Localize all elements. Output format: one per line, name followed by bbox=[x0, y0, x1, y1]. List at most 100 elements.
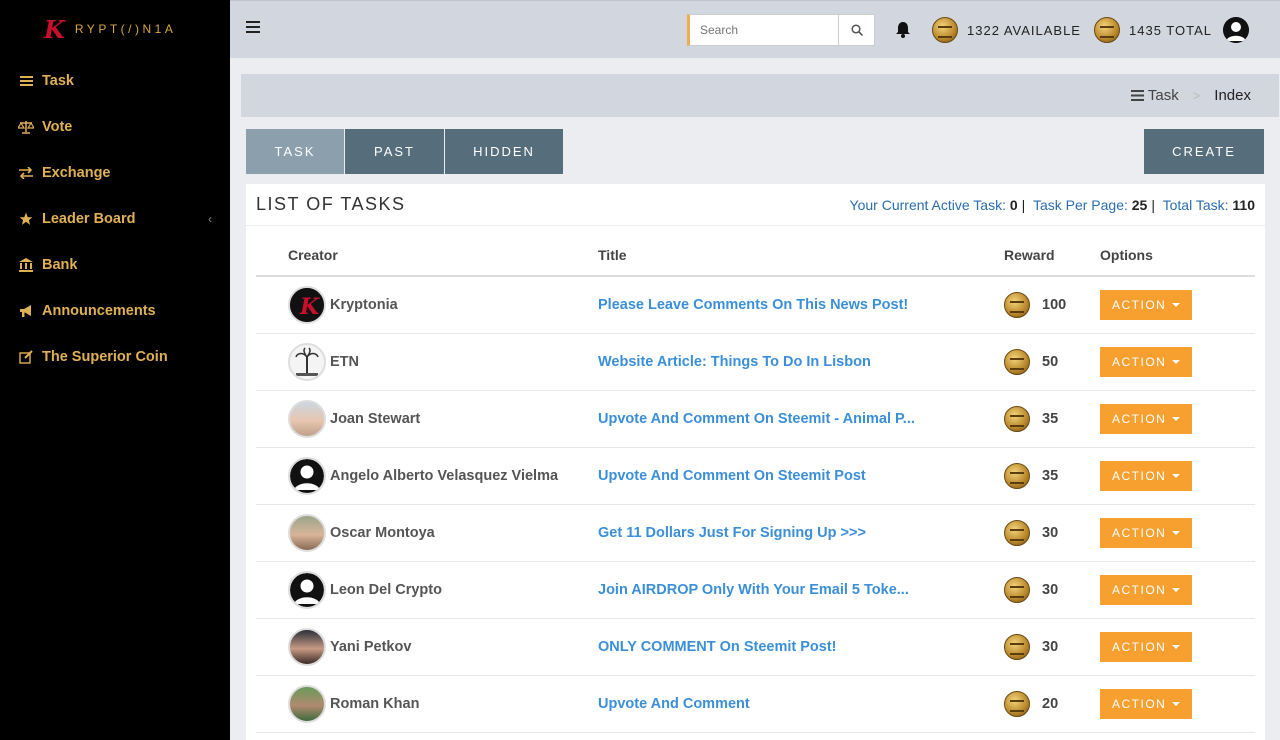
svg-text:K: K bbox=[299, 294, 320, 320]
task-title-link[interactable]: Join AIRDROP Only With Your Email 5 Toke… bbox=[598, 582, 909, 598]
per-page-value: 25 bbox=[1131, 196, 1148, 213]
action-dropdown-button[interactable]: ACTION bbox=[1100, 517, 1192, 548]
action-label: ACTION bbox=[1112, 582, 1167, 597]
task-title-link[interactable]: Upvote And Comment On Steemit Post bbox=[598, 468, 866, 484]
creator-name[interactable]: Yani Petkov bbox=[330, 639, 411, 655]
task-title-link[interactable]: Website Article: Things To Do In Lisbon bbox=[598, 354, 871, 370]
topbar: 1322 AVAILABLE 1435 TOTAL bbox=[230, 0, 1280, 58]
reward-value: 35 bbox=[1042, 467, 1059, 484]
coin-icon bbox=[1004, 291, 1030, 318]
breadcrumb: Task > Index bbox=[241, 74, 1279, 117]
star-icon bbox=[18, 212, 34, 226]
user-photo-avatar bbox=[288, 627, 326, 666]
menu-toggle-icon[interactable] bbox=[246, 21, 260, 33]
header-title: Title bbox=[598, 234, 1004, 277]
action-dropdown-button[interactable]: ACTION bbox=[1100, 688, 1192, 719]
tab-task[interactable]: TASK bbox=[246, 129, 344, 174]
action-dropdown-button[interactable]: ACTION bbox=[1100, 631, 1192, 662]
table-row: K Kryptonia Please Leave Comments On Thi… bbox=[256, 276, 1255, 334]
creator-name[interactable]: Leon Del Crypto bbox=[330, 582, 442, 598]
creator-name[interactable]: Oscar Montoya bbox=[330, 525, 435, 541]
panel-title: LIST OF TASKS bbox=[256, 194, 406, 214]
creator-name[interactable]: Joan Stewart bbox=[330, 411, 420, 427]
sidebar-item-label: Task bbox=[42, 73, 74, 89]
list-icon bbox=[1130, 90, 1144, 101]
table-row: Joan Stewart Upvote And Comment On Steem… bbox=[256, 390, 1255, 448]
sidebar-item-bank[interactable]: Bank bbox=[0, 242, 230, 288]
header-creator: Creator bbox=[256, 234, 598, 277]
total-balance: 1435 TOTAL bbox=[1094, 17, 1212, 43]
task-title-link[interactable]: ONLY COMMENT On Steemit Post! bbox=[598, 639, 836, 655]
panel-header: LIST OF TASKS Your Current Active Task: … bbox=[246, 184, 1265, 226]
total-task-value: 110 bbox=[1232, 196, 1255, 213]
sidebar-item-label: Leader Board bbox=[42, 211, 136, 227]
create-button[interactable]: CREATE bbox=[1144, 129, 1264, 174]
search-button[interactable] bbox=[838, 15, 874, 45]
header-reward: Reward bbox=[1004, 234, 1100, 277]
available-text: 1322 AVAILABLE bbox=[967, 22, 1081, 38]
bullhorn-icon bbox=[18, 304, 34, 318]
panel-stats: Your Current Active Task: 0 | Task Per Pa… bbox=[849, 196, 1255, 213]
default-avatar-icon bbox=[288, 570, 326, 609]
action-label: ACTION bbox=[1112, 297, 1167, 312]
bell-icon[interactable] bbox=[895, 21, 911, 43]
table-row: Oscar Montoya Get 11 Dollars Just For Si… bbox=[256, 504, 1255, 562]
creator-name[interactable]: Roman Khan bbox=[330, 696, 419, 712]
creator-name[interactable]: ETN bbox=[330, 354, 359, 370]
sidebar-item-superior-coin[interactable]: The Superior Coin bbox=[0, 334, 230, 380]
breadcrumb-task-link[interactable]: Task bbox=[1130, 87, 1179, 104]
default-avatar-icon bbox=[288, 456, 326, 495]
action-dropdown-button[interactable]: ACTION bbox=[1100, 403, 1192, 434]
task-title-link[interactable]: Upvote And Comment On Steemit - Animal P… bbox=[598, 411, 915, 427]
caret-down-icon bbox=[1172, 701, 1180, 706]
total-text: 1435 TOTAL bbox=[1129, 22, 1212, 38]
bank-icon bbox=[18, 258, 34, 272]
action-label: ACTION bbox=[1112, 411, 1167, 426]
tab-past[interactable]: PAST bbox=[345, 129, 444, 174]
brand-text: RYPT(/)N1A bbox=[74, 22, 177, 36]
reward-value: 30 bbox=[1042, 524, 1059, 541]
coin-icon bbox=[1004, 576, 1030, 603]
sidebar-item-task[interactable]: Task bbox=[0, 58, 230, 104]
coin-icon bbox=[1004, 462, 1030, 489]
sidebar-item-label: Announcements bbox=[42, 303, 156, 319]
sidebar-item-leader-board[interactable]: Leader Board ‹ bbox=[0, 196, 230, 242]
scale-icon bbox=[18, 120, 34, 134]
sidebar-item-announcements[interactable]: Announcements bbox=[0, 288, 230, 334]
task-title-link[interactable]: Get 11 Dollars Just For Signing Up >>> bbox=[598, 525, 866, 541]
user-photo-avatar bbox=[288, 684, 326, 723]
reward-value: 50 bbox=[1042, 353, 1059, 370]
action-dropdown-button[interactable]: ACTION bbox=[1100, 460, 1192, 491]
sidebar-item-vote[interactable]: Vote bbox=[0, 104, 230, 150]
creator-name[interactable]: Kryptonia bbox=[330, 297, 398, 313]
coin-icon bbox=[1094, 17, 1120, 43]
sidebar-item-label: Vote bbox=[42, 119, 73, 135]
per-page-label: Task Per Page: bbox=[1032, 196, 1128, 213]
action-dropdown-button[interactable]: ACTION bbox=[1100, 289, 1192, 320]
sidebar-item-label: Exchange bbox=[42, 165, 111, 181]
action-dropdown-button[interactable]: ACTION bbox=[1100, 346, 1192, 377]
caret-down-icon bbox=[1172, 302, 1180, 307]
tab-hidden[interactable]: HIDDEN bbox=[445, 129, 563, 174]
task-title-link[interactable]: Upvote And Comment bbox=[598, 696, 750, 712]
user-avatar-icon[interactable] bbox=[1223, 17, 1249, 43]
action-dropdown-button[interactable]: ACTION bbox=[1100, 574, 1192, 605]
caret-down-icon bbox=[1172, 530, 1180, 535]
search-input[interactable] bbox=[690, 15, 838, 45]
brand-logo[interactable]: K RYPT(/)N1A bbox=[0, 0, 230, 58]
chevron-left-icon: ‹ bbox=[208, 212, 212, 226]
sidebar-item-exchange[interactable]: Exchange bbox=[0, 150, 230, 196]
creator-name[interactable]: Angelo Alberto Velasquez Vielma bbox=[330, 468, 558, 484]
action-label: ACTION bbox=[1112, 525, 1167, 540]
table-row: Leon Del Crypto Join AIRDROP Only With Y… bbox=[256, 561, 1255, 619]
breadcrumb-parent: Task bbox=[1147, 87, 1179, 104]
task-list-panel: LIST OF TASKS Your Current Active Task: … bbox=[246, 184, 1265, 740]
caret-down-icon bbox=[1172, 359, 1180, 364]
edit-icon bbox=[18, 350, 34, 364]
brand-k: K bbox=[44, 14, 65, 44]
header-options: Options bbox=[1100, 234, 1255, 277]
reward-value: 30 bbox=[1042, 581, 1059, 598]
task-title-link[interactable]: Please Leave Comments On This News Post! bbox=[598, 297, 908, 313]
coin-icon bbox=[1004, 519, 1030, 546]
caret-down-icon bbox=[1172, 587, 1180, 592]
